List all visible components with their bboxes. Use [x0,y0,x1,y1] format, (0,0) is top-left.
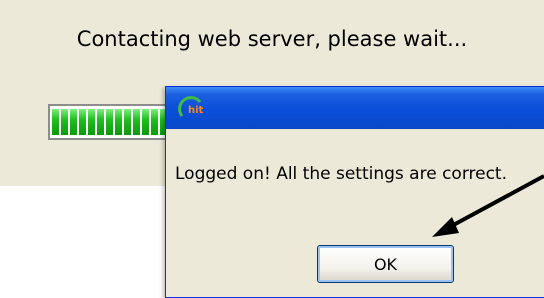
hit-app-icon: hit [178,96,204,117]
progress-segment [133,109,140,135]
logon-dialog: hit Logged on! All the settings are corr… [165,86,544,298]
progress-segment [115,109,122,135]
app-icon-text: hit [188,105,204,116]
progress-message: Contacting web server, please wait... [76,27,468,51]
dialog-message: Logged on! All the settings are correct. [175,164,508,184]
progress-segment [61,109,68,135]
progress-segment [70,109,77,135]
progress-segment [142,109,149,135]
progress-segment [79,109,86,135]
progress-segment [124,109,131,135]
dialog-body: Logged on! All the settings are correct.… [169,129,544,294]
progress-segment [88,109,95,135]
progress-segment [52,109,59,135]
progress-bar [48,104,180,140]
progress-fill [52,109,176,135]
progress-segment [151,109,158,135]
ok-button[interactable]: OK [317,245,454,283]
progress-segment [97,109,104,135]
dialog-titlebar[interactable]: hit [166,87,544,129]
progress-segment [106,109,113,135]
